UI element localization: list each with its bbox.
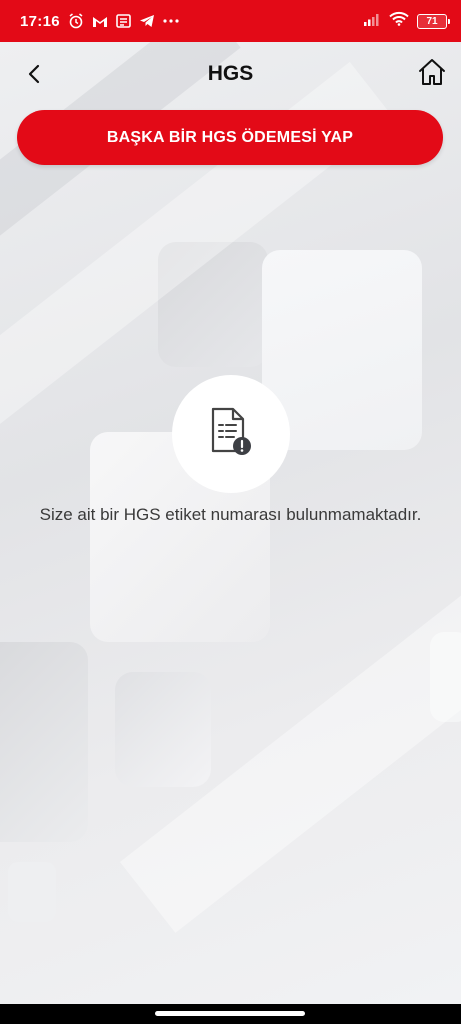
gmail-icon	[92, 15, 108, 28]
page-title: HGS	[207, 62, 254, 85]
wifi-icon	[389, 11, 409, 31]
status-notification-icons	[68, 13, 179, 29]
bg-tile	[8, 862, 56, 922]
bg-tile	[115, 672, 211, 787]
empty-state-icon-container	[172, 375, 290, 493]
document-alert-icon	[209, 407, 253, 462]
telegram-icon	[139, 14, 155, 28]
more-dots-icon	[163, 19, 179, 23]
status-bar: 17:16 71	[0, 0, 461, 42]
new-hgs-payment-button[interactable]: BAŞKA BİR HGS ÖDEMESİ YAP	[17, 110, 443, 165]
empty-state-message: Size ait bir HGS etiket numarası bulunma…	[39, 505, 422, 524]
system-navigation-bar	[0, 1004, 461, 1024]
battery-level: 71	[426, 15, 438, 27]
home-icon	[417, 57, 447, 92]
battery-icon: 71	[417, 13, 450, 29]
status-time: 17:16	[20, 12, 60, 30]
signal-icon	[363, 12, 381, 31]
status-system-icons: 71	[363, 11, 450, 31]
news-icon	[116, 14, 131, 28]
home-gesture-handle[interactable]	[155, 1011, 305, 1016]
home-button[interactable]	[415, 56, 449, 92]
bg-tile	[0, 642, 88, 842]
alarm-icon	[68, 13, 84, 29]
app-header: HGS	[0, 42, 461, 110]
